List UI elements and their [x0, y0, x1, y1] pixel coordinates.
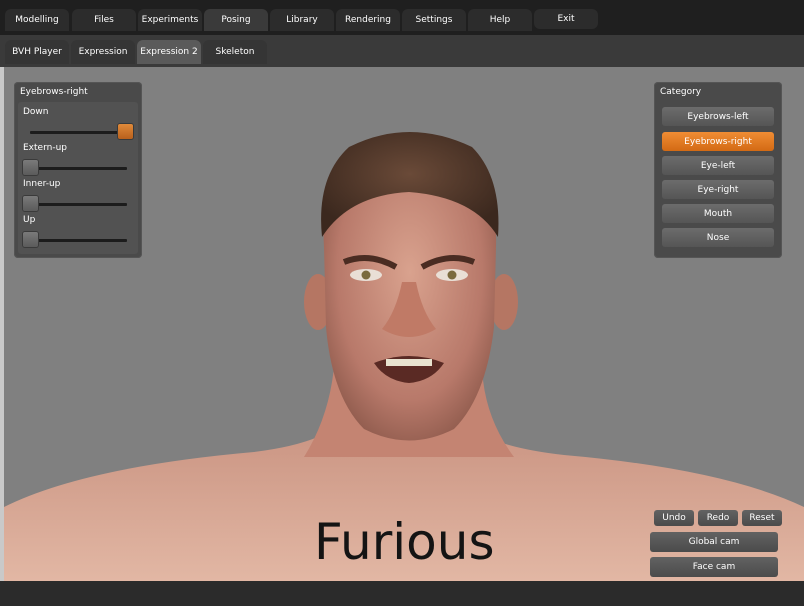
tab-rendering[interactable]: Rendering — [336, 9, 400, 31]
tab-posing[interactable]: Posing — [204, 9, 268, 31]
global-cam-button[interactable]: Global cam — [650, 532, 778, 552]
tab-experiments[interactable]: Experiments — [138, 9, 202, 31]
tab-skeleton[interactable]: Skeleton — [203, 40, 267, 64]
category-eyebrows-left[interactable]: Eyebrows-left — [662, 107, 774, 126]
tab-expression[interactable]: Expression — [71, 40, 135, 64]
slider-label-up: Up — [23, 215, 36, 225]
category-panel: Category Eyebrows-left Eyebrows-right Ey… — [654, 82, 782, 258]
category-mouth[interactable]: Mouth — [662, 204, 774, 223]
reset-button[interactable]: Reset — [742, 510, 782, 526]
slider-label-extern-up: Extern-up — [23, 143, 67, 153]
face-cam-button[interactable]: Face cam — [650, 557, 778, 577]
slider-track-up[interactable] — [30, 239, 127, 242]
redo-button[interactable]: Redo — [698, 510, 738, 526]
tab-help[interactable]: Help — [468, 9, 532, 31]
category-eyebrows-right[interactable]: Eyebrows-right — [662, 132, 774, 151]
status-bar — [0, 581, 804, 606]
sliders-group: Down Extern-up Inner-up Up — [18, 102, 138, 254]
slider-label-inner-up: Inner-up — [23, 179, 61, 189]
slider-thumb-extern-up[interactable] — [23, 160, 38, 175]
tab-expression-2[interactable]: Expression 2 — [137, 40, 201, 64]
slider-thumb-up[interactable] — [23, 232, 38, 247]
slider-track-down[interactable] — [30, 131, 127, 134]
slider-thumb-down[interactable] — [118, 124, 133, 139]
tab-modelling[interactable]: Modelling — [5, 9, 69, 31]
undo-button[interactable]: Undo — [654, 510, 694, 526]
slider-label-down: Down — [23, 107, 49, 117]
slider-thumb-inner-up[interactable] — [23, 196, 38, 211]
exit-button[interactable]: Exit — [534, 9, 598, 29]
category-eye-right[interactable]: Eye-right — [662, 180, 774, 199]
tab-bvh-player[interactable]: BVH Player — [5, 40, 69, 64]
category-eye-left[interactable]: Eye-left — [662, 156, 774, 175]
tab-settings[interactable]: Settings — [402, 9, 466, 31]
main-tab-bar: Modelling Files Experiments Posing Libra… — [0, 0, 804, 35]
tab-library[interactable]: Library — [270, 9, 334, 31]
eyebrows-right-panel: Eyebrows-right Down Extern-up Inner-up U… — [14, 82, 142, 258]
sub-tab-bar: BVH Player Expression Expression 2 Skele… — [0, 35, 804, 67]
category-nose[interactable]: Nose — [662, 228, 774, 247]
slider-track-inner-up[interactable] — [30, 203, 127, 206]
panel-title: Eyebrows-right — [20, 87, 88, 97]
category-title: Category — [660, 87, 702, 97]
tab-files[interactable]: Files — [72, 9, 136, 31]
expression-caption: Furious — [314, 513, 495, 571]
slider-track-extern-up[interactable] — [30, 167, 127, 170]
